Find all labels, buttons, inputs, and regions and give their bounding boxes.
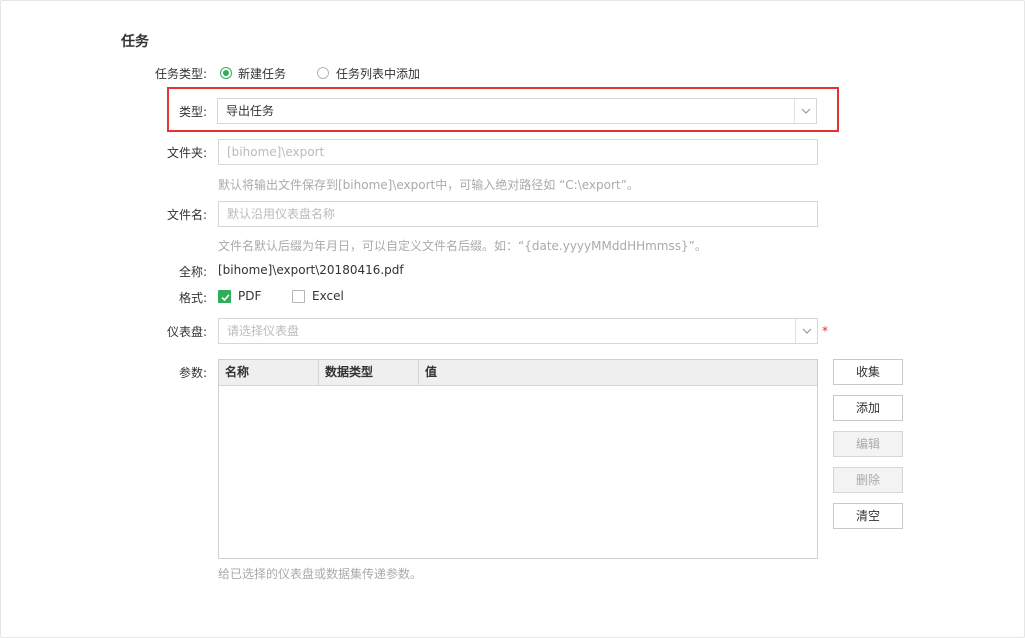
check-icon (218, 290, 231, 303)
format-excel-label: Excel (312, 289, 344, 303)
params-table-header: 名称 数据类型 值 (219, 360, 817, 386)
params-hint: 给已选择的仪表盘或数据集传递参数。 (218, 567, 423, 581)
fullname-label: 全称: (178, 265, 207, 279)
radio-new-task-indicator (220, 67, 232, 79)
column-header-value[interactable]: 值 (419, 360, 817, 385)
chevron-down-icon[interactable] (794, 99, 816, 123)
clear-button[interactable]: 清空 (833, 503, 903, 529)
folder-input[interactable]: [bihome]\export (218, 139, 818, 165)
type-select[interactable]: 导出任务 (217, 98, 817, 124)
fullname-value: [bihome]\export\20180416.pdf (218, 263, 404, 277)
type-select-value: 导出任务 (226, 104, 275, 118)
format-pdf-label: PDF (238, 289, 262, 303)
radio-from-task-list-indicator (317, 67, 329, 79)
task-kind-label: 任务类型: (154, 67, 207, 81)
folder-label: 文件夹: (166, 146, 207, 160)
folder-input-placeholder: [bihome]\export (227, 145, 325, 159)
column-header-name[interactable]: 名称 (219, 360, 319, 385)
dashboard-label: 仪表盘: (166, 325, 207, 339)
delete-button[interactable]: 删除 (833, 467, 903, 493)
edit-button[interactable]: 编辑 (833, 431, 903, 457)
radio-new-task[interactable]: 新建任务 (218, 65, 298, 81)
chevron-down-icon[interactable] (795, 319, 817, 343)
params-label: 参数: (178, 366, 207, 380)
radio-from-task-list[interactable]: 任务列表中添加 (316, 65, 436, 81)
format-label: 格式: (178, 291, 207, 305)
column-header-data-type[interactable]: 数据类型 (319, 360, 419, 385)
filename-input-placeholder: 默认沿用仪表盘名称 (227, 207, 336, 221)
format-pdf-checkbox[interactable]: PDF (218, 289, 278, 305)
filename-input[interactable]: 默认沿用仪表盘名称 (218, 201, 818, 227)
dashboard-select-placeholder: 请选择仪表盘 (227, 324, 300, 338)
radio-new-task-label: 新建任务 (238, 67, 287, 81)
folder-hint: 默认将输出文件保存到[bihome]\export中，可输入绝对路径如 “C:\… (218, 178, 639, 192)
section-title: 任务 (121, 34, 149, 50)
radio-from-task-list-label: 任务列表中添加 (336, 67, 421, 81)
checkbox-empty-icon (292, 290, 305, 303)
format-excel-checkbox[interactable]: Excel (292, 289, 352, 305)
filename-label: 文件名: (166, 208, 207, 222)
params-table[interactable]: 名称 数据类型 值 (218, 359, 818, 559)
type-label: 类型: (178, 105, 207, 119)
dashboard-select[interactable]: 请选择仪表盘 (218, 318, 818, 344)
add-button[interactable]: 添加 (833, 395, 903, 421)
collect-button[interactable]: 收集 (833, 359, 903, 385)
required-mark: * (822, 324, 828, 338)
filename-hint: 文件名默认后缀为年月日，可以自定义文件名后缀。如：“{date.yyyyMMdd… (218, 239, 707, 253)
